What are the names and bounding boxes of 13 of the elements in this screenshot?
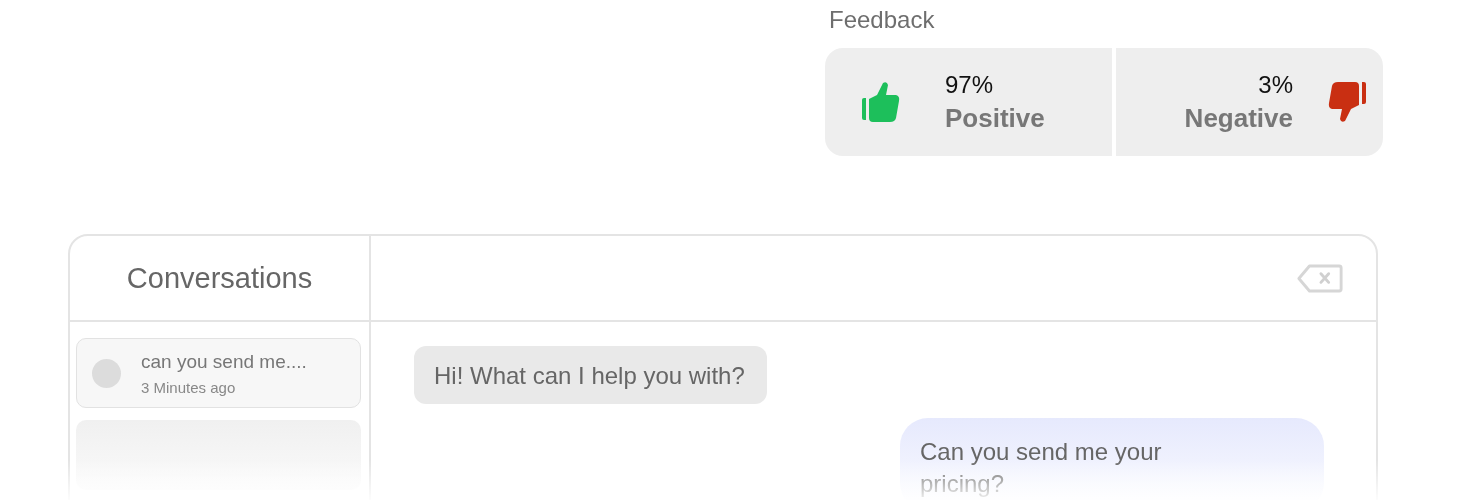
message-bubble: Can you send me your pricing? bbox=[900, 418, 1324, 500]
conversations-title: Conversations bbox=[126, 261, 313, 295]
message-preview: can you send me.... bbox=[141, 350, 307, 373]
avatar-icon bbox=[92, 358, 121, 388]
feedback-label: Positive bbox=[945, 102, 1045, 134]
conversation-item[interactable]: can you send me.... 3 Minutes ago bbox=[76, 338, 361, 408]
timestamp: 3 Minutes ago bbox=[141, 378, 237, 396]
percentage: 3% bbox=[1257, 70, 1293, 99]
percentage: 97% bbox=[945, 70, 995, 99]
message-bubble: Hi! What can I help you with? bbox=[414, 346, 767, 404]
clear-button[interactable] bbox=[1296, 262, 1344, 294]
feedback-label: Negative bbox=[1184, 102, 1293, 134]
feedback-title: Feedback bbox=[829, 6, 936, 34]
